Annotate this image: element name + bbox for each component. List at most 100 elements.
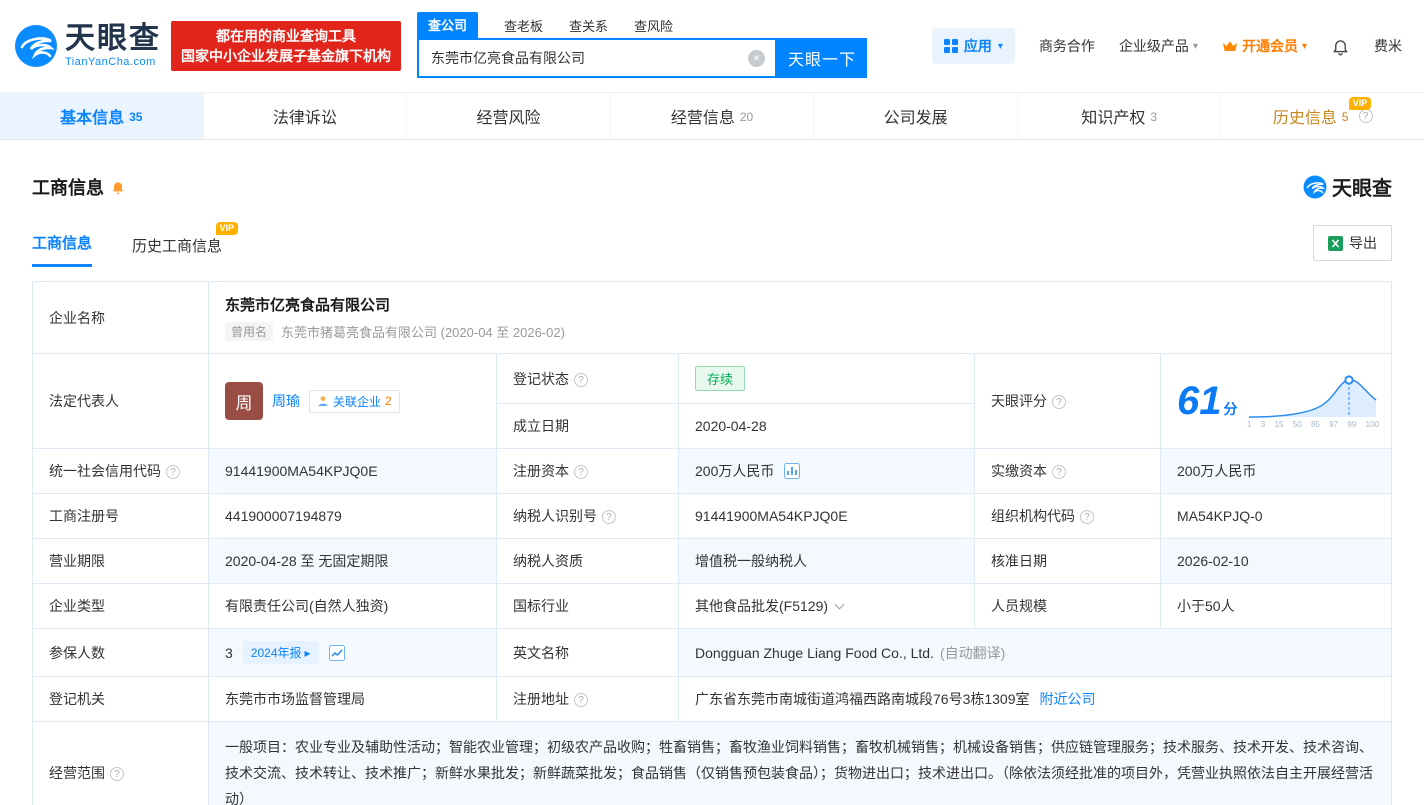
tab-company-development[interactable]: 公司发展 <box>814 93 1018 139</box>
insured-trend-icon[interactable] <box>328 644 345 661</box>
menu-enterprise-products[interactable]: 企业级产品 ▾ <box>1119 36 1198 56</box>
menu-open-vip[interactable]: 开通会员 ▾ <box>1222 36 1307 56</box>
auto-translate-note: (自动翻译) <box>939 644 1006 661</box>
reg-address-value: 广东省东莞市南城街道鸿福西路南城段76号3栋1309室 <box>695 691 1030 707</box>
user-name[interactable]: 费米 <box>1374 36 1402 56</box>
search-input[interactable] <box>429 49 748 67</box>
industry-label: 国标行业 <box>496 583 679 629</box>
industry-value: 其他食品批发(F5129) <box>695 598 829 614</box>
business-scope-label: 经营范围? <box>32 721 209 805</box>
vip-badge: VIP <box>1348 97 1372 110</box>
top-menu: 应用 ▾ 商务合作 企业级产品 ▾ 开通会员 ▾ 费米 <box>931 28 1402 64</box>
score-curve-icon <box>1248 375 1377 418</box>
legal-rep-name-link[interactable]: 周瑜 <box>272 391 300 411</box>
taxpayer-id-label: 纳税人识别号? <box>496 493 679 539</box>
capital-compare-icon[interactable] <box>784 463 801 479</box>
tianyancha-logo[interactable]: 天眼查 TianYanCha.com <box>14 24 161 68</box>
org-code-label: 组织机构代码? <box>974 493 1161 539</box>
vip-badge: VIP <box>215 222 239 235</box>
credit-code-value: 91441900MA54KPJQ0E <box>208 448 497 494</box>
english-name-label: 英文名称 <box>496 628 679 677</box>
open-vip-label: 开通会员 <box>1241 38 1298 54</box>
table-row-reg-number: 工商注册号 441900007194879 纳税人识别号? 91441900MA… <box>32 493 1392 539</box>
help-icon[interactable]: ? <box>1358 109 1373 123</box>
search-tab-relation[interactable]: 查关系 <box>569 16 608 38</box>
crown-icon <box>1222 41 1237 51</box>
paid-capital-value: 200万人民币 <box>1160 448 1392 494</box>
search-tab-company[interactable]: 查公司 <box>417 12 479 38</box>
legal-rep-avatar[interactable]: 周 <box>225 382 263 420</box>
reg-status-label-text: 登记状态 <box>513 370 569 387</box>
search-tab-boss[interactable]: 查老板 <box>504 16 543 38</box>
taxpayer-quality-label: 纳税人资质 <box>496 538 679 584</box>
score-cell: 61 分 1 3 15 50 85 97 99 100 <box>1160 353 1392 449</box>
menu-business-cooperation[interactable]: 商务合作 <box>1039 36 1095 56</box>
help-icon[interactable]: ? <box>110 767 124 781</box>
annual-report-badge[interactable]: 2024年报 ▸ <box>242 641 319 664</box>
english-name-value: Dongguan Zhuge Liang Food Co., Ltd. <box>695 644 934 661</box>
reg-capital-cell: 200万人民币 <box>678 448 975 494</box>
export-button[interactable]: 导出 <box>1313 225 1392 261</box>
arrow-right-icon: ▸ <box>304 645 311 660</box>
tianyancha-logo-icon <box>15 25 57 67</box>
search-tab-risk[interactable]: 查风险 <box>634 16 673 38</box>
tianyancha-watermark: 天眼查 <box>1303 172 1392 201</box>
clear-search-icon[interactable]: × <box>748 49 765 67</box>
reg-address-cell: 广东省东莞市南城街道鸿福西路南城段76号3栋1309室 附近公司 <box>678 676 1392 722</box>
help-icon[interactable]: ? <box>574 693 588 707</box>
tab-legal-proceedings[interactable]: 法律诉讼 <box>204 93 408 139</box>
score-label-text: 天眼评分 <box>991 393 1047 409</box>
reg-address-label: 注册地址? <box>496 676 679 722</box>
related-person-icon <box>318 396 328 406</box>
tab-count: 3 <box>1150 110 1158 124</box>
former-name-tag: 曾用名 <box>225 322 274 341</box>
score-chart: 1 3 15 50 85 97 99 100 <box>1247 373 1379 429</box>
org-code-value: MA54KPJQ-0 <box>1160 493 1392 539</box>
table-row-legal-rep: 法定代表人 周 周瑜 关联企业 2 登记状态? 存续 天眼评分 ? 61 分 1… <box>32 353 1392 449</box>
main-content: 工商信息 天眼查 工商信息 VIP 历史工商信息 导出 企业名称 东莞市亿亮食品… <box>0 172 1424 805</box>
apps-label: 应用 <box>963 38 992 54</box>
tab-history-info[interactable]: VIP 历史信息 5 ? <box>1221 93 1424 139</box>
search-tabs: 查公司 查老板 查关系 查风险 <box>417 12 867 38</box>
status-badge: 存续 <box>695 366 746 391</box>
credit-code-label: 统一社会信用代码? <box>32 448 209 494</box>
help-icon[interactable]: ? <box>574 372 588 387</box>
tab-label: 法律诉讼 <box>272 110 337 127</box>
apps-menu[interactable]: 应用 ▾ <box>931 28 1015 64</box>
subscribe-bell-icon[interactable] <box>110 179 126 195</box>
reg-capital-label-text: 注册资本 <box>513 463 569 479</box>
legal-rep-cell: 周 周瑜 关联企业 2 <box>208 353 497 449</box>
watermark-label: 天眼查 <box>1332 178 1392 200</box>
enterprise-products-label: 企业级产品 <box>1118 38 1189 54</box>
help-icon[interactable]: ? <box>1052 395 1066 409</box>
help-icon[interactable]: ? <box>602 510 616 524</box>
help-icon[interactable]: ? <box>574 465 588 479</box>
tab-operating-risk[interactable]: 经营风险 <box>407 93 611 139</box>
notification-bell-icon[interactable] <box>1331 37 1350 56</box>
nearby-companies-link[interactable]: 附近公司 <box>1040 691 1096 707</box>
logo-subtitle: TianYanCha.com <box>65 56 156 68</box>
main-nav-tabs: 基本信息 35 法律诉讼 经营风险 经营信息 20 公司发展 知识产权 3 VI… <box>0 92 1424 140</box>
reg-capital-label: 注册资本? <box>496 448 679 494</box>
establish-date-label: 成立日期 <box>496 403 679 449</box>
company-name-label: 企业名称 <box>32 281 209 354</box>
subtab-business-info[interactable]: 工商信息 <box>32 232 93 267</box>
search-area: 查公司 查老板 查关系 查风险 × 天眼一下 <box>417 12 867 78</box>
chevron-down-icon: ▾ <box>1192 40 1198 52</box>
company-name-cell: 东莞市亿亮食品有限公司 曾用名 东莞市猪葛亮食品有限公司 (2020-04 至 … <box>208 281 1392 354</box>
help-icon[interactable]: ? <box>166 465 180 479</box>
search-button[interactable]: 天眼一下 <box>777 38 867 78</box>
insured-cell: 3 2024年报 ▸ <box>208 628 497 677</box>
tab-intellectual-property[interactable]: 知识产权 3 <box>1018 93 1222 139</box>
related-companies-badge[interactable]: 关联企业 2 <box>309 389 400 413</box>
tab-label: 经营风险 <box>476 110 541 127</box>
help-icon[interactable]: ? <box>1080 510 1094 524</box>
logo-title: 天眼查 <box>65 22 161 55</box>
chevron-down-icon[interactable] <box>834 599 845 610</box>
promo-banner-line2: 国家中小企业发展子基金旗下机构 <box>181 48 391 64</box>
help-icon[interactable]: ? <box>1052 465 1066 479</box>
tab-operating-info[interactable]: 经营信息 20 <box>611 93 815 139</box>
subtab-history-business-info[interactable]: VIP 历史工商信息 <box>132 222 239 267</box>
tab-basic-info[interactable]: 基本信息 35 <box>0 93 204 139</box>
reg-number-value: 441900007194879 <box>208 493 497 539</box>
